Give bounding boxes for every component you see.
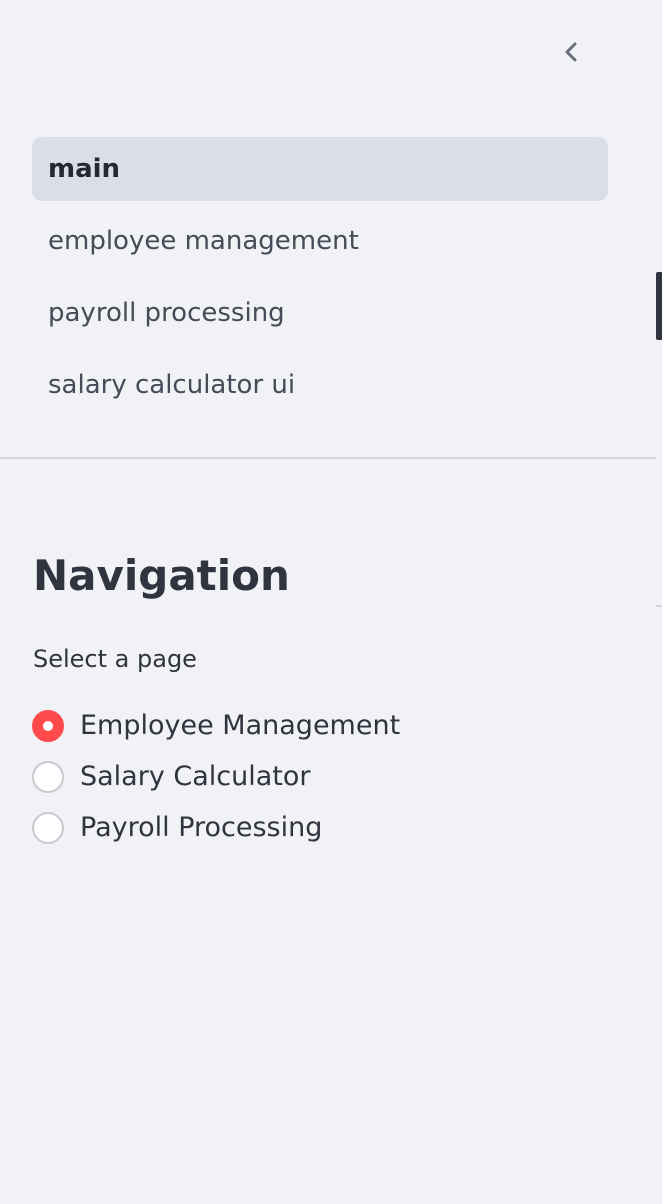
radio-group-label: Select a page bbox=[33, 645, 197, 673]
collapse-sidebar-button[interactable] bbox=[552, 32, 592, 72]
main-divider-fragment bbox=[656, 605, 662, 607]
nav-item-label: main bbox=[48, 154, 121, 184]
radio-option-label: Employee Management bbox=[80, 710, 401, 741]
page-radio-group: Employee Management Salary Calculator Pa… bbox=[32, 700, 400, 853]
page-nav-list: main employee management payroll process… bbox=[32, 137, 608, 425]
radio-option-salary-calculator[interactable]: Salary Calculator bbox=[32, 751, 400, 802]
nav-item-label: salary calculator ui bbox=[48, 370, 296, 400]
nav-item-main[interactable]: main bbox=[32, 137, 608, 201]
radio-option-label: Salary Calculator bbox=[80, 761, 311, 792]
radio-option-payroll-processing[interactable]: Payroll Processing bbox=[32, 802, 400, 853]
sidebar-divider bbox=[0, 457, 656, 459]
chevron-left-icon bbox=[565, 42, 577, 62]
main-heading-fragment bbox=[656, 272, 662, 340]
nav-item-label: employee management bbox=[48, 226, 359, 256]
radio-button-checked[interactable] bbox=[32, 709, 64, 742]
radio-button[interactable] bbox=[32, 811, 64, 844]
sidebar: main employee management payroll process… bbox=[0, 0, 656, 1204]
radio-button[interactable] bbox=[32, 760, 64, 793]
nav-item-label: payroll processing bbox=[48, 298, 285, 328]
radio-option-label: Payroll Processing bbox=[80, 812, 323, 843]
nav-item-payroll-processing[interactable]: payroll processing bbox=[32, 281, 608, 345]
navigation-heading: Navigation bbox=[33, 551, 290, 600]
radio-option-employee-management[interactable]: Employee Management bbox=[32, 700, 400, 751]
nav-item-salary-calculator-ui[interactable]: salary calculator ui bbox=[32, 353, 608, 417]
main-content-edge bbox=[656, 0, 662, 1204]
nav-item-employee-management[interactable]: employee management bbox=[32, 209, 608, 273]
